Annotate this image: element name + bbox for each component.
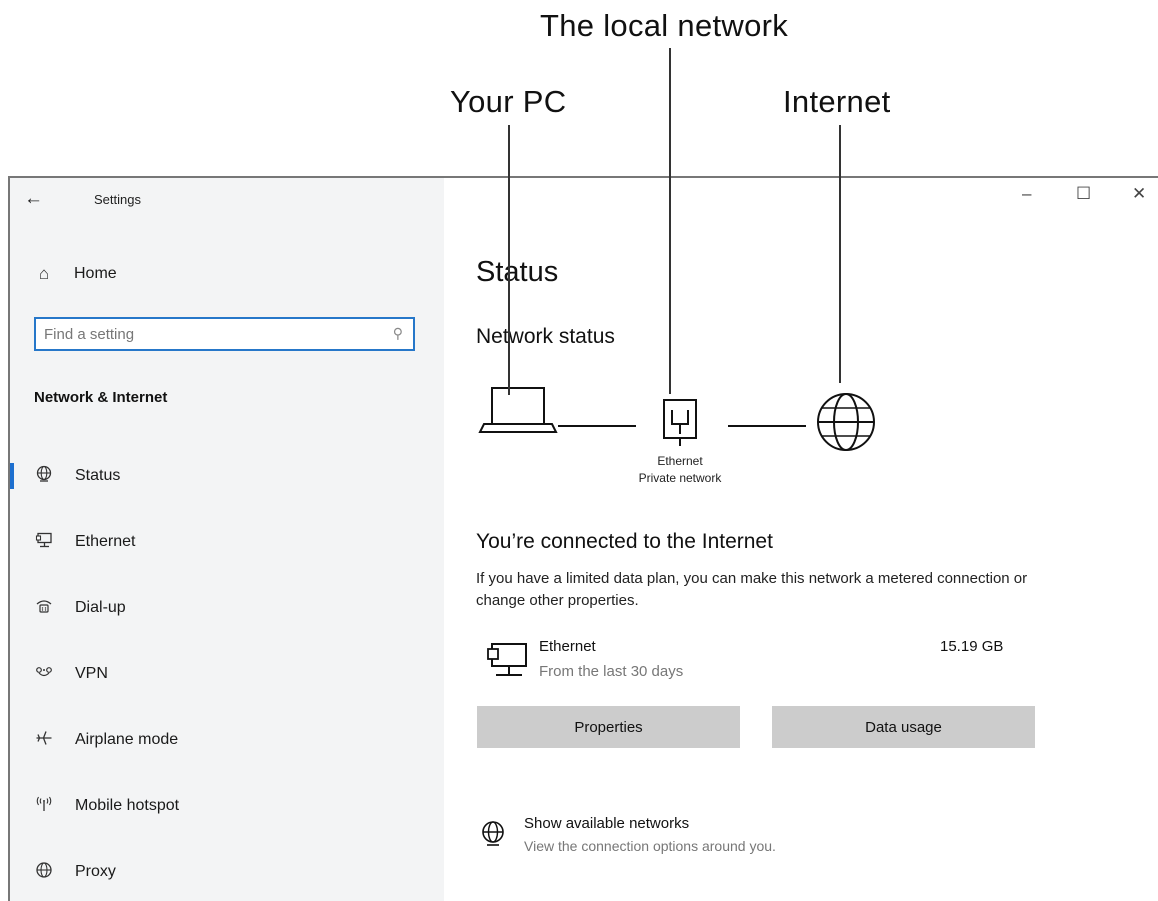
proxy-globe-icon xyxy=(33,861,55,884)
show-networks-subtitle: View the connection options around you. xyxy=(524,838,776,854)
internet-globe-icon xyxy=(817,393,875,451)
window-title: Settings xyxy=(94,192,141,207)
connection-name: Ethernet xyxy=(539,638,596,655)
laptop-icon xyxy=(478,387,558,433)
diagram-node-sublabel: Private network xyxy=(638,471,722,485)
connected-title: You’re connected to the Internet xyxy=(476,530,773,553)
callout-your-pc: Your PC xyxy=(450,84,567,119)
search-icon[interactable]: ⚲ xyxy=(393,325,403,342)
callout-line-your-pc xyxy=(508,125,510,395)
search-input[interactable] xyxy=(36,319,374,349)
sidebar-item-dial-up[interactable]: Dial-up xyxy=(10,586,444,630)
callout-internet: Internet xyxy=(783,84,891,119)
search-box: ⚲ xyxy=(34,317,415,351)
mobile-hotspot-icon xyxy=(33,795,55,818)
connection-usage: 15.19 GB xyxy=(940,638,1004,655)
sidebar-item-mobile-hotspot[interactable]: Mobile hotspot xyxy=(10,784,444,828)
callout-local-network: The local network xyxy=(540,8,789,43)
back-arrow-icon[interactable]: ← xyxy=(24,188,43,210)
page-title: Status xyxy=(476,256,559,288)
sidebar-item-label: Proxy xyxy=(75,863,116,880)
sidebar-item-label: Mobile hotspot xyxy=(75,797,180,814)
ethernet-connection-icon xyxy=(487,643,527,676)
sidebar-item-status[interactable]: Status xyxy=(10,454,444,498)
ethernet-icon xyxy=(33,531,55,554)
sidebar-item-label: Ethernet xyxy=(75,533,136,550)
diagram-node-label: Ethernet xyxy=(657,454,703,468)
ethernet-port-icon xyxy=(663,399,697,446)
home-label: Home xyxy=(74,265,117,282)
sidebar-item-ethernet[interactable]: Ethernet xyxy=(10,520,444,564)
minimize-button[interactable]: – xyxy=(1022,184,1031,204)
maximize-button[interactable]: ☐ xyxy=(1076,184,1091,204)
network-status-heading: Network status xyxy=(476,325,615,348)
settings-window: ← Settings ⌂ Home ⚲ Network & Internet S… xyxy=(8,176,1158,901)
sidebar: ← Settings ⌂ Home ⚲ Network & Internet S… xyxy=(10,178,444,901)
airplane-icon xyxy=(33,729,55,752)
callout-line-internet xyxy=(839,125,841,383)
status-globe-icon xyxy=(33,465,55,488)
sidebar-item-label: Status xyxy=(75,467,121,484)
sidebar-section-heading: Network & Internet xyxy=(34,389,168,406)
sidebar-item-airplane-mode[interactable]: Airplane mode xyxy=(10,718,444,762)
sidebar-item-vpn[interactable]: VPN xyxy=(10,652,444,696)
connection-subtitle: From the last 30 days xyxy=(539,663,684,680)
close-button[interactable]: ✕ xyxy=(1132,184,1146,204)
sidebar-item-proxy[interactable]: Proxy xyxy=(10,850,444,894)
home-link[interactable]: ⌂ Home xyxy=(34,264,117,284)
sidebar-item-label: Airplane mode xyxy=(75,731,179,748)
vpn-icon xyxy=(33,663,55,686)
dial-up-icon xyxy=(33,597,55,620)
sidebar-item-label: VPN xyxy=(75,665,108,682)
main-content: – ☐ ✕ Status Network status Ethernet Pri… xyxy=(444,178,1158,901)
data-usage-button[interactable]: Data usage xyxy=(772,706,1035,748)
connected-description: If you have a limited data plan, you can… xyxy=(476,570,1028,609)
properties-button[interactable]: Properties xyxy=(477,706,740,748)
sidebar-item-label: Dial-up xyxy=(75,599,126,616)
show-networks-globe-icon[interactable] xyxy=(480,820,506,848)
callout-line-local-network xyxy=(669,48,671,394)
show-networks-link[interactable]: Show available networks xyxy=(524,815,689,832)
home-icon: ⌂ xyxy=(38,264,50,283)
